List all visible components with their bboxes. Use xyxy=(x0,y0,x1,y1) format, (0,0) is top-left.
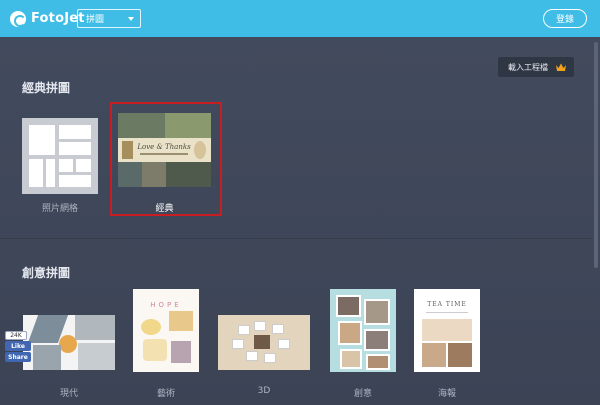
mode-select[interactable]: 拼圖 xyxy=(77,9,141,28)
fotojet-logo[interactable]: FotoJet xyxy=(10,8,85,29)
mode-select-value: 拼圖 xyxy=(86,15,105,25)
creative-card[interactable] xyxy=(330,289,396,372)
poster-banner-text: TEA TIME xyxy=(427,301,467,308)
social-widget: 24K Like Share xyxy=(5,331,31,363)
art-banner-text: HOPE xyxy=(150,301,182,309)
share-label: Share xyxy=(8,353,28,361)
poster-card[interactable]: TEA TIME xyxy=(414,289,480,372)
facebook-share-button[interactable]: Share xyxy=(5,352,31,362)
like-label: Like xyxy=(11,342,25,350)
3d-label: 3D xyxy=(257,386,271,396)
logo-icon xyxy=(10,10,26,27)
crown-icon xyxy=(556,63,566,71)
classic-label: 經典 xyxy=(155,204,174,214)
load-project-button[interactable]: 載入工程檔 xyxy=(498,57,574,77)
art-card[interactable]: HOPE xyxy=(133,289,199,372)
modern-card[interactable] xyxy=(23,315,115,370)
art-label: 藝術 xyxy=(156,389,175,399)
facebook-like-button[interactable]: Like xyxy=(5,341,31,351)
photo-grid-label: 照片網格 xyxy=(41,204,78,214)
poster-label: 海報 xyxy=(437,389,456,399)
classic-card[interactable]: Love & Thanks xyxy=(118,113,211,187)
classic-section-title: 經典拼圖 xyxy=(22,81,71,95)
login-button[interactable]: 登錄 xyxy=(543,9,587,28)
chevron-down-icon xyxy=(128,17,134,21)
scrollbar[interactable] xyxy=(594,42,598,268)
modern-label: 現代 xyxy=(59,389,78,399)
3d-card[interactable] xyxy=(218,315,310,370)
top-bar: FotoJet 拼圖 登錄 xyxy=(0,0,600,37)
photo-grid-card[interactable] xyxy=(22,118,98,194)
creative-section-title: 創意拼圖 xyxy=(22,266,71,280)
like-count: 24K xyxy=(5,331,27,340)
load-project-label: 載入工程檔 xyxy=(508,62,548,72)
section-divider xyxy=(0,238,592,239)
creative-label: 創意 xyxy=(353,389,372,399)
classic-banner-text: Love & Thanks xyxy=(137,143,191,151)
